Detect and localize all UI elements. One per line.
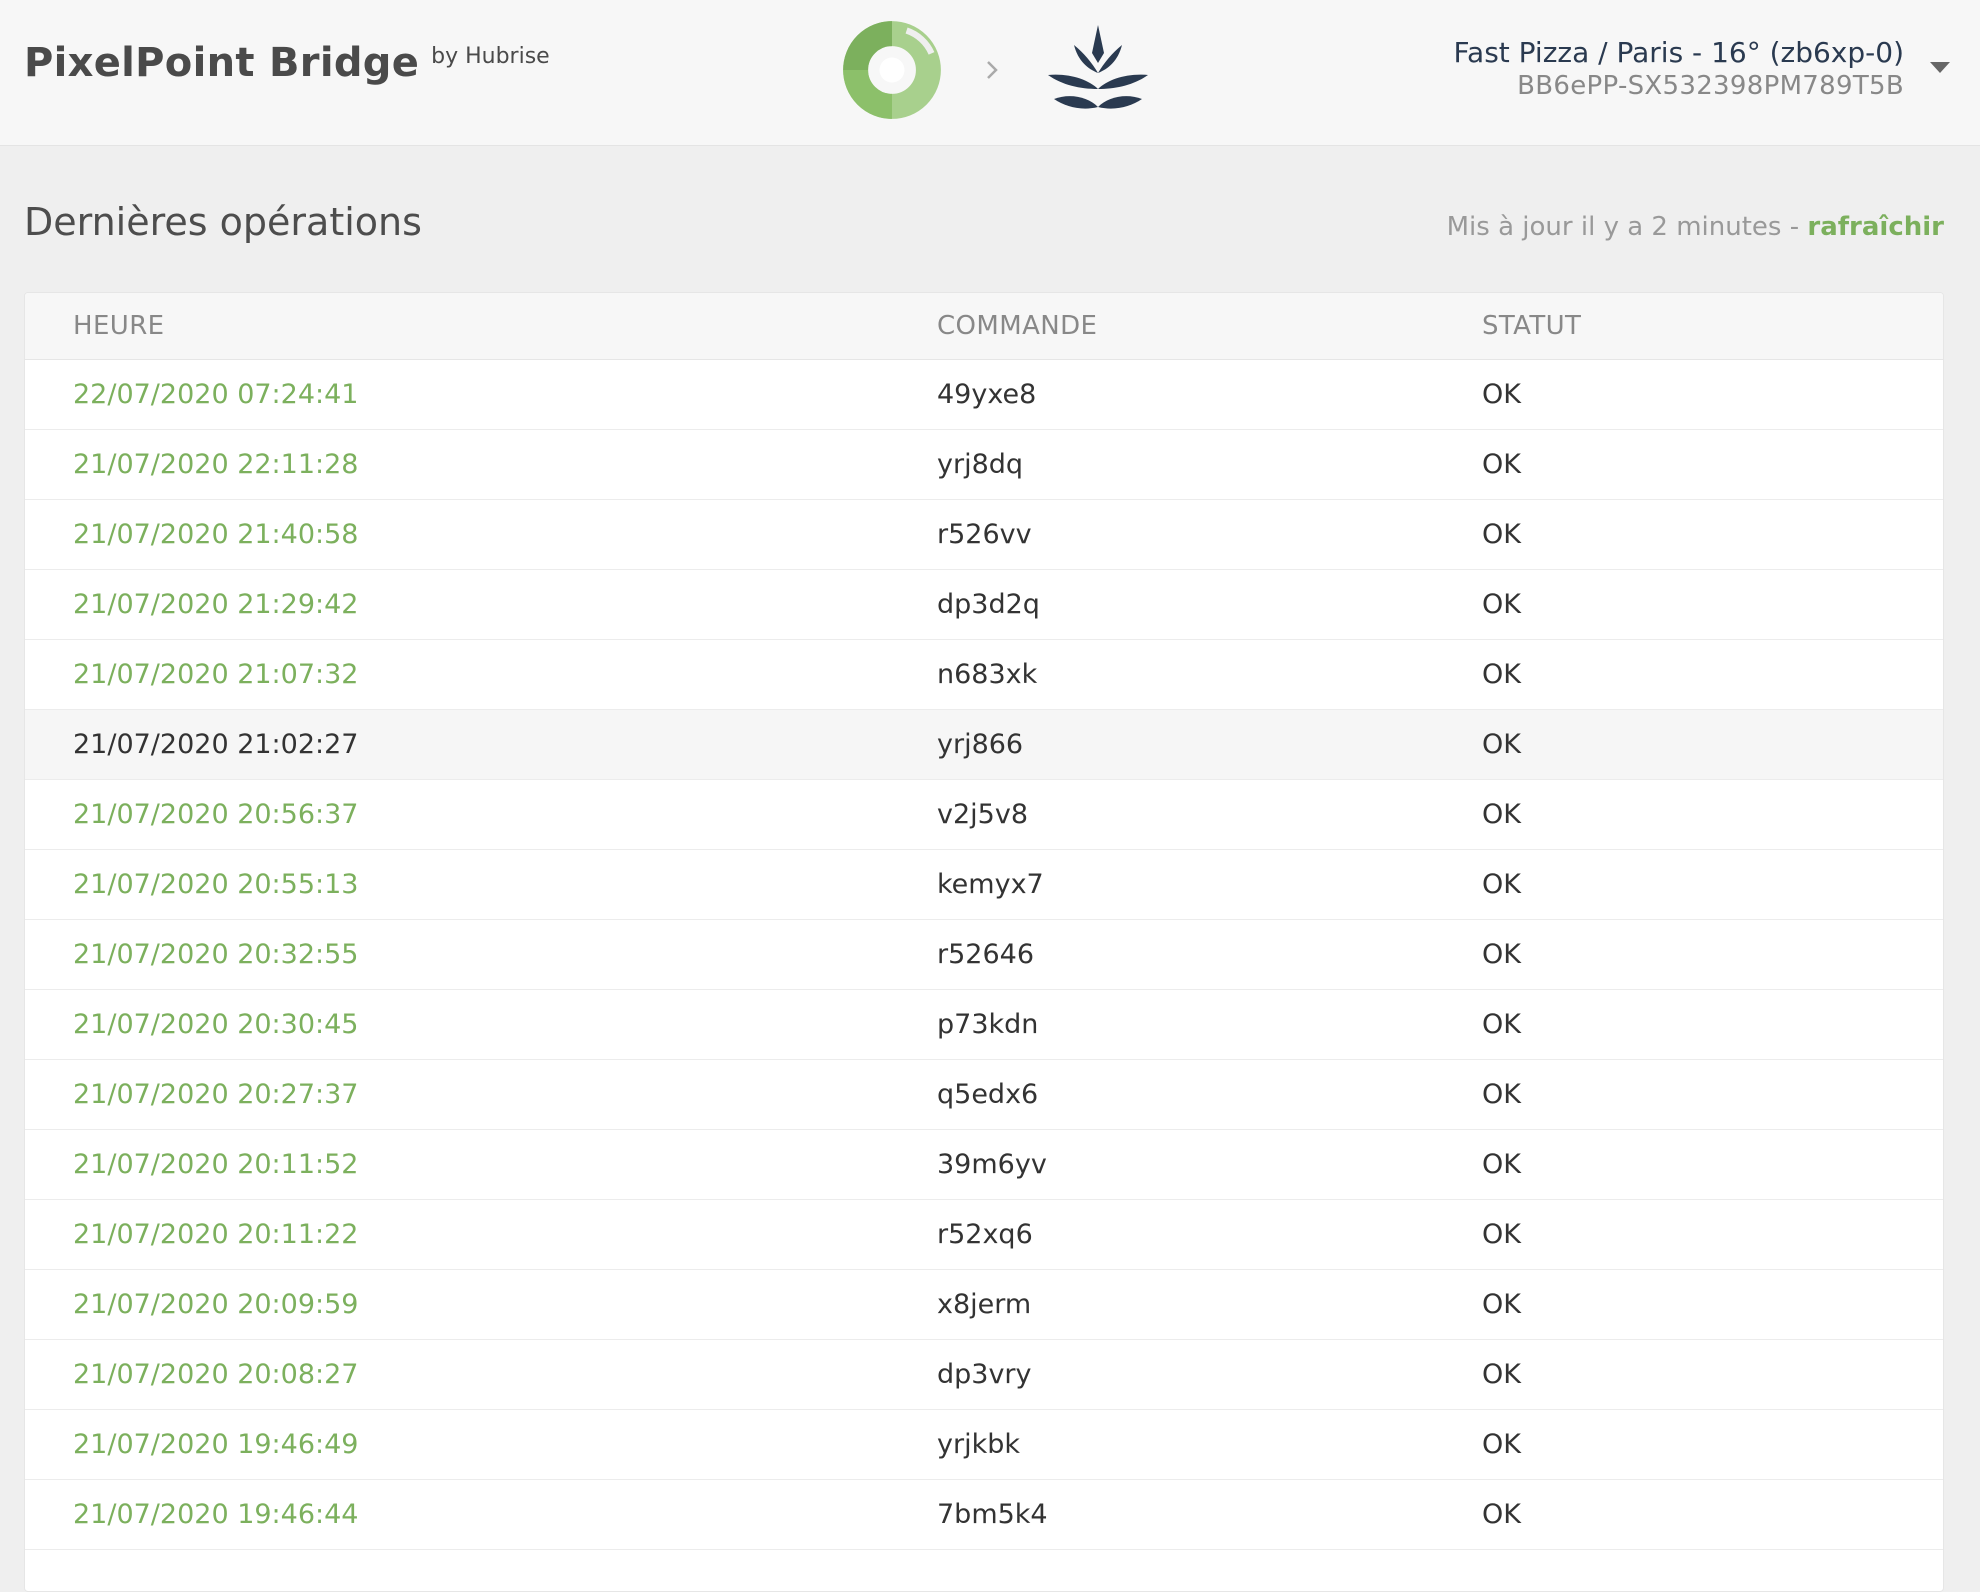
table-row[interactable]: 21/07/2020 20:09:59 x8jerm OK <box>25 1269 1943 1340</box>
table-row[interactable]: 21/07/2020 19:46:44 7bm5k4 OK <box>25 1479 1943 1550</box>
order-cell: dp3d2q <box>937 569 1482 640</box>
time-cell[interactable]: 21/07/2020 21:29:42 <box>25 569 937 640</box>
order-cell: p73kdn <box>937 989 1482 1060</box>
by-hubrise-label: by Hubrise <box>431 44 550 69</box>
status-cell: OK <box>1482 1339 1943 1410</box>
caret-down-icon[interactable] <box>1930 62 1950 73</box>
column-header-order: COMMANDE <box>937 293 1482 360</box>
time-cell[interactable]: 21/07/2020 20:11:52 <box>25 1129 937 1200</box>
time-cell[interactable]: 21/07/2020 20:11:22 <box>25 1199 937 1270</box>
brand: PixelPoint Bridge by Hubrise <box>24 40 550 86</box>
operations-table: HEURE COMMANDE STATUT 22/07/2020 07:24:4… <box>25 293 1943 1550</box>
status-cell: OK <box>1482 1479 1943 1550</box>
table-row[interactable]: 21/07/2020 20:27:37 q5edx6 OK <box>25 1059 1943 1130</box>
order-cell: x8jerm <box>937 1269 1482 1340</box>
order-cell: n683xk <box>937 639 1482 710</box>
table-row[interactable]: 21/07/2020 20:32:55 r52646 OK <box>25 919 1943 990</box>
status-cell: OK <box>1482 1199 1943 1270</box>
integration-logos <box>840 10 1152 130</box>
order-cell: kemyx7 <box>937 849 1482 920</box>
order-cell: r52xq6 <box>937 1199 1482 1270</box>
table-row[interactable]: 21/07/2020 20:08:27 dp3vry OK <box>25 1339 1943 1410</box>
time-cell[interactable]: 21/07/2020 21:40:58 <box>25 499 937 570</box>
time-cell[interactable]: 21/07/2020 21:02:27 <box>25 709 937 780</box>
order-cell: 7bm5k4 <box>937 1479 1482 1550</box>
pixelpoint-logo-icon <box>1048 25 1148 109</box>
status-cell: OK <box>1482 1269 1943 1340</box>
status-cell: OK <box>1482 709 1943 780</box>
order-cell: yrj8dq <box>937 429 1482 500</box>
order-cell: r52646 <box>937 919 1482 990</box>
time-cell[interactable]: 21/07/2020 22:11:28 <box>25 429 937 500</box>
account-id: BB6ePP-SX532398PM789T5B <box>1517 71 1904 101</box>
status-cell: OK <box>1482 779 1943 850</box>
app-title: PixelPoint Bridge <box>24 40 420 86</box>
table-row[interactable]: 21/07/2020 21:07:32 n683xk OK <box>25 639 1943 710</box>
status-cell: OK <box>1482 569 1943 640</box>
table-row[interactable]: 21/07/2020 21:02:27 yrj866 OK <box>25 709 1943 780</box>
account-name: Fast Pizza / Paris - 16° (zb6xp-0) <box>1453 36 1905 69</box>
time-cell[interactable]: 21/07/2020 20:55:13 <box>25 849 937 920</box>
time-cell[interactable]: 21/07/2020 20:09:59 <box>25 1269 937 1340</box>
order-cell: v2j5v8 <box>937 779 1482 850</box>
app-header: PixelPoint Bridge by Hubrise Fast Pizza … <box>0 0 1980 146</box>
status-cell: OK <box>1482 989 1943 1060</box>
page-title: Dernières opérations <box>24 200 422 244</box>
table-row[interactable]: 21/07/2020 21:40:58 r526vv OK <box>25 499 1943 570</box>
column-header-status: STATUT <box>1482 293 1943 360</box>
time-cell[interactable]: 21/07/2020 20:30:45 <box>25 989 937 1060</box>
status-cell: OK <box>1482 359 1943 430</box>
column-header-time: HEURE <box>25 293 937 360</box>
table-row[interactable]: 21/07/2020 20:30:45 p73kdn OK <box>25 989 1943 1060</box>
chevron-right-icon <box>987 61 998 79</box>
time-cell[interactable]: 21/07/2020 20:27:37 <box>25 1059 937 1130</box>
refresh-info: Mis à jour il y a 2 minutes - rafraîchir <box>1447 212 1944 242</box>
table-row[interactable]: 21/07/2020 22:11:28 yrj8dq OK <box>25 429 1943 500</box>
status-cell: OK <box>1482 429 1943 500</box>
table-row[interactable]: 21/07/2020 20:55:13 kemyx7 OK <box>25 849 1943 920</box>
section-header: Dernières opérations Mis à jour il y a 2… <box>24 200 1944 260</box>
hubrise-logo-icon <box>843 21 941 119</box>
updated-text: Mis à jour il y a 2 minutes - <box>1446 212 1808 242</box>
time-cell[interactable]: 21/07/2020 20:08:27 <box>25 1339 937 1410</box>
table-row[interactable]: 21/07/2020 20:11:52 39m6yv OK <box>25 1129 1943 1200</box>
refresh-link[interactable]: rafraîchir <box>1807 212 1944 242</box>
status-cell: OK <box>1482 849 1943 920</box>
order-cell: 39m6yv <box>937 1129 1482 1200</box>
status-cell: OK <box>1482 1129 1943 1200</box>
time-cell[interactable]: 21/07/2020 19:46:44 <box>25 1479 937 1550</box>
status-cell: OK <box>1482 639 1943 710</box>
status-cell: OK <box>1482 1059 1943 1130</box>
order-cell: yrj866 <box>937 709 1482 780</box>
table-row[interactable]: 21/07/2020 20:56:37 v2j5v8 OK <box>25 779 1943 850</box>
time-cell[interactable]: 21/07/2020 20:32:55 <box>25 919 937 990</box>
order-cell: q5edx6 <box>937 1059 1482 1130</box>
table-row[interactable]: 21/07/2020 20:11:22 r52xq6 OK <box>25 1199 1943 1270</box>
table-header-row: HEURE COMMANDE STATUT <box>25 293 1943 360</box>
account-selector[interactable]: Fast Pizza / Paris - 16° (zb6xp-0) BB6eP… <box>1454 36 1905 102</box>
table-row[interactable]: 22/07/2020 07:24:41 49yxe8 OK <box>25 359 1943 430</box>
order-cell: r526vv <box>937 499 1482 570</box>
operations-card: HEURE COMMANDE STATUT 22/07/2020 07:24:4… <box>24 292 1944 1592</box>
table-body: 22/07/2020 07:24:41 49yxe8 OK 21/07/2020 22… <box>25 359 1943 1550</box>
status-cell: OK <box>1482 1409 1943 1480</box>
order-cell: yrjkbk <box>937 1409 1482 1480</box>
time-cell[interactable]: 21/07/2020 21:07:32 <box>25 639 937 710</box>
table-row[interactable]: 21/07/2020 19:46:49 yrjkbk OK <box>25 1409 1943 1480</box>
status-cell: OK <box>1482 919 1943 990</box>
order-cell: 49yxe8 <box>937 359 1482 430</box>
time-cell[interactable]: 21/07/2020 19:46:49 <box>25 1409 937 1480</box>
table-row[interactable]: 21/07/2020 21:29:42 dp3d2q OK <box>25 569 1943 640</box>
status-cell: OK <box>1482 499 1943 570</box>
time-cell[interactable]: 21/07/2020 20:56:37 <box>25 779 937 850</box>
time-cell[interactable]: 22/07/2020 07:24:41 <box>25 359 937 430</box>
order-cell: dp3vry <box>937 1339 1482 1410</box>
